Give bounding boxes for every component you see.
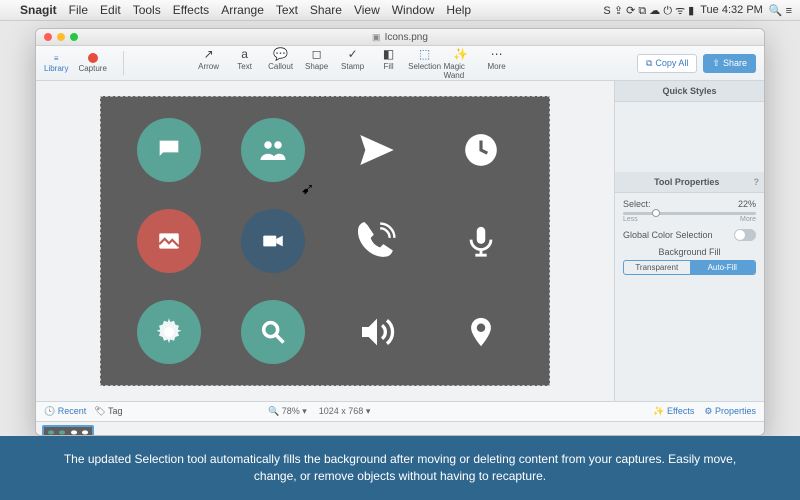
close-window-icon[interactable] [44, 33, 52, 41]
search-icon [241, 300, 305, 364]
capture-tray [36, 421, 764, 436]
minimize-window-icon[interactable] [57, 33, 65, 41]
select-slider[interactable] [623, 212, 756, 215]
quick-styles-header[interactable]: Quick Styles [615, 81, 764, 102]
tool-shape[interactable]: ◻Shape [300, 47, 334, 80]
tool-arrow[interactable]: ↗Arrow [192, 47, 226, 80]
global-color-label: Global Color Selection [623, 230, 713, 240]
phone-icon [329, 200, 425, 283]
video-icon [241, 209, 305, 273]
menu-edit[interactable]: Edit [100, 3, 121, 17]
snagit-window: ▣ Icons.png ≡ Library Capture ↗Arrow aTe… [35, 28, 765, 436]
stamp-icon: ✓ [348, 47, 358, 61]
capture-button[interactable]: Capture [78, 53, 106, 73]
selection-icon: ⬚ [419, 47, 430, 61]
tag-button[interactable]: 🏷 Tag [94, 406, 122, 417]
gear-icon [137, 300, 201, 364]
global-color-toggle[interactable] [734, 229, 756, 241]
send-icon [329, 109, 425, 192]
library-button[interactable]: ≡ Library [44, 54, 68, 73]
banner-text: The updated Selection tool automatically… [60, 451, 740, 485]
help-icon[interactable]: ? [754, 177, 760, 187]
arrow-icon: ↗ [204, 47, 214, 61]
tool-stamp[interactable]: ✓Stamp [336, 47, 370, 80]
menu-view[interactable]: View [354, 3, 380, 17]
chat-icon [137, 118, 201, 182]
callout-icon: 💬 [273, 47, 288, 61]
main-toolbar: ≡ Library Capture ↗Arrow aText 💬Callout … [36, 46, 764, 81]
bg-fill-label: Background Fill [623, 247, 756, 257]
tray-thumbnail[interactable] [42, 425, 94, 437]
spotlight-icon[interactable]: 🔍 ≡ [769, 4, 792, 17]
tool-more[interactable]: ⋯More [480, 47, 514, 80]
menu-text[interactable]: Text [276, 3, 298, 17]
feature-banner: The updated Selection tool automatically… [0, 436, 800, 500]
mic-icon [433, 200, 529, 283]
menu-effects[interactable]: Effects [173, 3, 209, 17]
tool-text[interactable]: aText [228, 47, 262, 80]
select-value[interactable]: 22% [738, 199, 756, 209]
tool-selection[interactable]: ⬚Selection [408, 47, 442, 80]
window-title: Icons.png [385, 32, 428, 43]
app-menu[interactable]: Snagit [20, 3, 57, 17]
copy-icon: ⧉ [646, 58, 652, 69]
menu-help[interactable]: Help [446, 3, 471, 17]
tool-callout[interactable]: 💬Callout [264, 47, 298, 80]
record-icon [88, 53, 98, 63]
zoom-control[interactable]: 🔍 78% ▾ [268, 406, 307, 417]
copy-all-button[interactable]: ⧉Copy All [637, 54, 697, 73]
text-icon: a [241, 47, 248, 61]
tool-picker: ↗Arrow aText 💬Callout ◻Shape ✓Stamp ◧Fil… [192, 47, 514, 80]
recent-button[interactable]: 🕓 Recent [44, 406, 86, 417]
cursor-icon: ➹ [301, 179, 314, 199]
more-icon: ⋯ [491, 47, 503, 61]
document-icon: ▣ [372, 32, 381, 43]
side-panel: Quick Styles Tool Properties ? Select: 2… [614, 81, 764, 401]
macos-menubar: Snagit File Edit Tools Effects Arrange T… [0, 0, 800, 21]
share-button[interactable]: ⇧Share [703, 54, 756, 73]
seg-autofill[interactable]: Auto-Fill [690, 261, 756, 274]
volume-icon [329, 290, 425, 373]
menu-share[interactable]: Share [310, 3, 342, 17]
menu-arrange[interactable]: Arrange [221, 3, 264, 17]
library-icon: ≡ [54, 54, 59, 63]
bg-fill-segment[interactable]: Transparent Auto-Fill [623, 260, 756, 275]
image-icon [137, 209, 201, 273]
tool-magic-wand[interactable]: ✨Magic Wand [444, 47, 478, 80]
status-icons[interactable]: S ⇪ ⟳ ⧉ ☁ ⏻ ᯤ ▮ [603, 3, 694, 18]
magic-wand-icon: ✨ [453, 47, 468, 61]
status-bar: 🕓 Recent 🏷 Tag 🔍 78% ▾ 1024 x 768 ▾ ✨ Ef… [36, 401, 764, 421]
dimensions-readout[interactable]: 1024 x 768 ▾ [319, 406, 371, 417]
select-label: Select: [623, 199, 651, 209]
tool-fill[interactable]: ◧Fill [372, 47, 406, 80]
share-icon: ⇧ [712, 58, 720, 69]
tool-properties-header[interactable]: Tool Properties ? [615, 172, 764, 193]
location-icon [433, 290, 529, 373]
canvas-image[interactable]: ➹ [100, 96, 550, 386]
properties-button[interactable]: ⚙ Properties [704, 406, 756, 417]
clock-icon [433, 109, 529, 192]
window-titlebar[interactable]: ▣ Icons.png [36, 29, 764, 46]
menu-window[interactable]: Window [392, 3, 435, 17]
fill-icon: ◧ [383, 47, 394, 61]
menu-file[interactable]: File [69, 3, 88, 17]
clock[interactable]: Tue 4:32 PM [700, 4, 763, 16]
canvas-area[interactable]: ➹ [36, 81, 614, 401]
people-icon [241, 118, 305, 182]
shape-icon: ◻ [312, 47, 322, 61]
seg-transparent[interactable]: Transparent [624, 261, 690, 274]
effects-button[interactable]: ✨ Effects [653, 406, 694, 417]
menu-tools[interactable]: Tools [133, 3, 161, 17]
zoom-window-icon[interactable] [70, 33, 78, 41]
